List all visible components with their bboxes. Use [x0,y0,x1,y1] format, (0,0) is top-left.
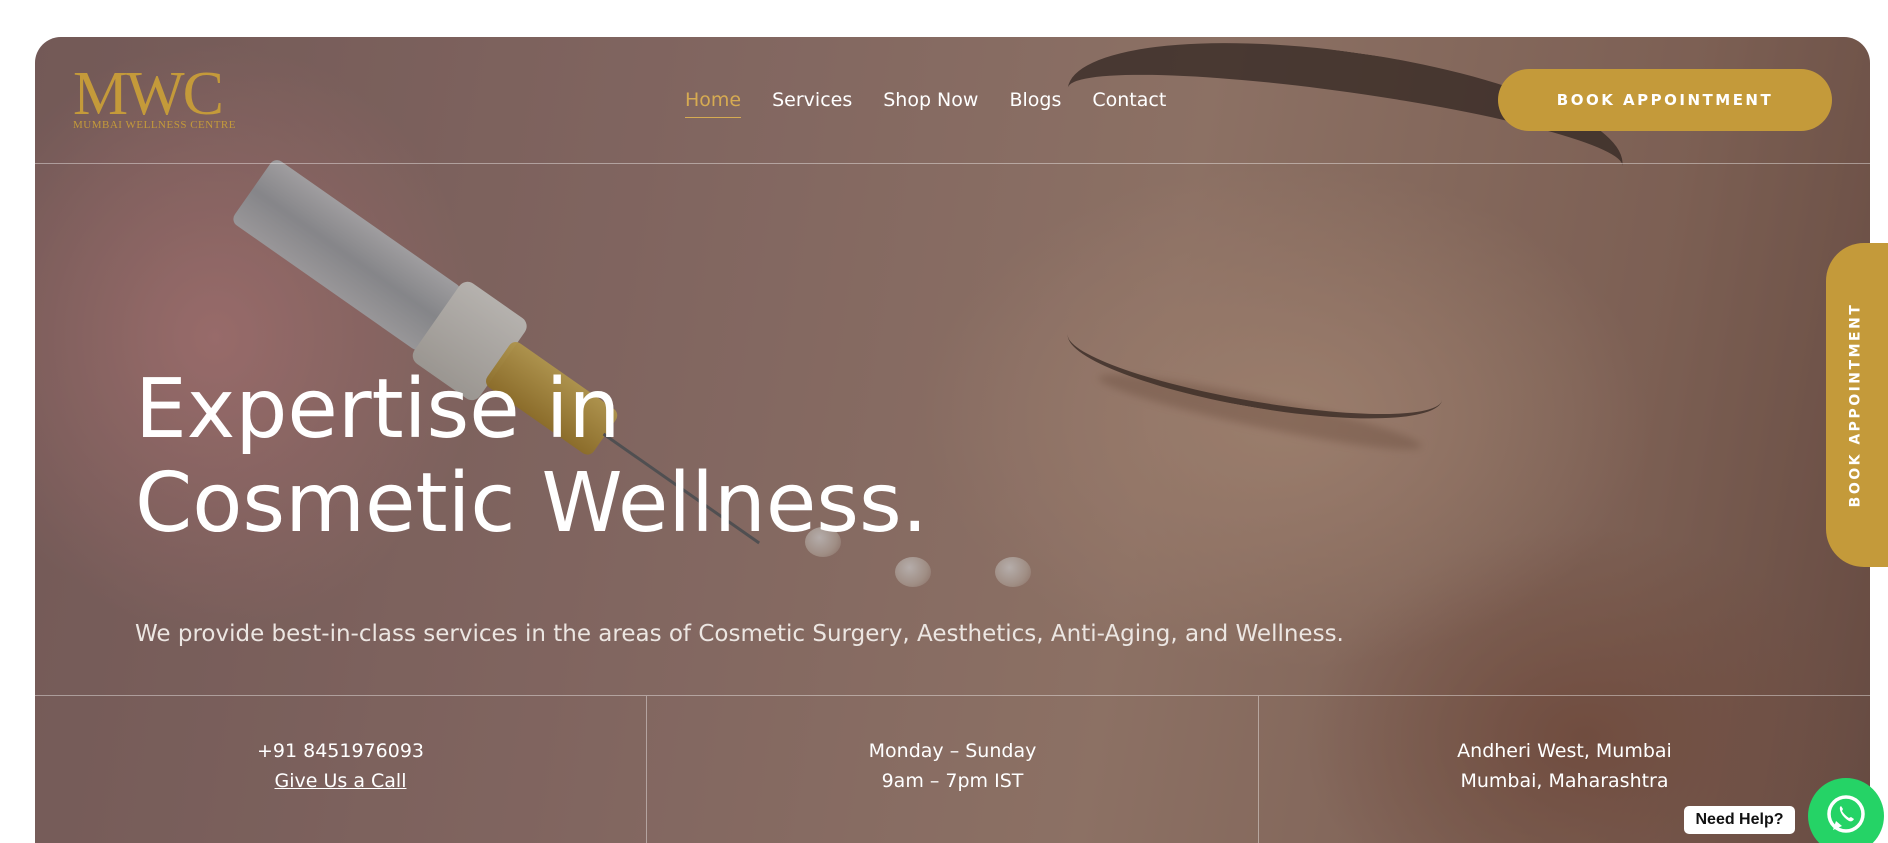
site-logo[interactable]: MWC MUMBAI WELLNESS CENTRE [73,63,248,133]
hero-title: Expertise in Cosmetic Wellness. [135,363,928,551]
hero-title-line-2: Cosmetic Wellness. [135,456,928,551]
info-hours-column: Monday – Sunday 9am – 7pm IST [647,696,1259,843]
nav-shop-now[interactable]: Shop Now [883,89,978,118]
whatsapp-icon [1822,790,1870,843]
info-phone-column: +91 8451976093 Give Us a Call [35,696,647,843]
nav-contact[interactable]: Contact [1092,89,1166,118]
side-book-appointment-tab[interactable]: BOOK APPOINTMENT [1826,243,1888,567]
hero-section: MWC MUMBAI WELLNESS CENTRE Home Services… [35,37,1870,843]
hero-subtitle: We provide best-in-class services in the… [135,621,1344,647]
nav-home[interactable]: Home [685,89,742,118]
side-tab-label: BOOK APPOINTMENT [1847,302,1864,508]
give-us-a-call-link[interactable]: Give Us a Call [275,770,407,792]
nav-services[interactable]: Services [772,89,852,118]
site-header: MWC MUMBAI WELLNESS CENTRE Home Services… [35,37,1870,164]
nav-blogs[interactable]: Blogs [1009,89,1061,118]
book-appointment-button[interactable]: BOOK APPOINTMENT [1498,69,1832,131]
whatsapp-chat-button[interactable] [1808,778,1884,843]
main-nav: Home Services Shop Now Blogs Contact [685,89,1166,118]
need-help-label[interactable]: Need Help? [1684,806,1795,834]
logo-subtitle: MUMBAI WELLNESS CENTRE [73,119,236,131]
hero-title-line-1: Expertise in [135,362,621,457]
opening-days: Monday – Sunday [868,739,1037,762]
logo-mark: MWC [73,60,224,128]
address-line-1: Andheri West, Mumbai [1457,739,1672,762]
address-line-2: Mumbai, Maharashtra [1460,769,1669,792]
phone-number[interactable]: +91 8451976093 [257,740,424,762]
info-strip: +91 8451976093 Give Us a Call Monday – S… [35,695,1870,843]
opening-hours: 9am – 7pm IST [881,769,1024,792]
